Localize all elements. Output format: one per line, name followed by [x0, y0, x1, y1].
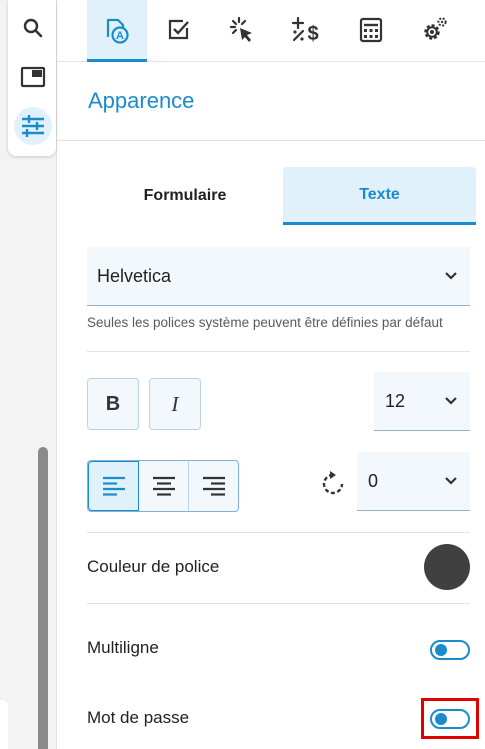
alignment-divider [87, 532, 470, 533]
subtab-text[interactable]: Texte [283, 167, 476, 225]
rail-bottom-edge [0, 700, 8, 749]
svg-text:$: $ [307, 23, 318, 44]
text-alignment-group [87, 460, 239, 512]
subtab-form[interactable]: Formulaire [87, 167, 283, 225]
section-divider [57, 140, 485, 141]
appearance-icon: A [106, 18, 129, 44]
bold-button[interactable]: B [87, 378, 139, 430]
rail-properties-button[interactable] [14, 107, 52, 145]
align-center-icon [152, 476, 175, 496]
search-icon [23, 18, 43, 38]
rail-panel-button[interactable] [14, 58, 52, 96]
app-root: A $ Apparence Formulaire Texte Helvetica… [0, 0, 485, 749]
tab-validation[interactable] [149, 0, 209, 60]
font-color-label: Couleur de police [87, 557, 220, 576]
chevron-down-icon [445, 477, 457, 485]
svg-text:A: A [116, 30, 124, 42]
italic-button[interactable]: I [149, 378, 201, 430]
bold-label: B [105, 392, 121, 415]
tab-appearance[interactable]: A [87, 0, 147, 62]
chevron-down-icon [445, 397, 457, 405]
multiline-label: Multiligne [87, 638, 159, 657]
align-right-button[interactable] [189, 461, 238, 511]
align-center-button[interactable] [139, 461, 189, 511]
password-label: Mot de passe [87, 708, 190, 727]
sliders-icon [22, 115, 44, 137]
align-left-button[interactable] [88, 461, 139, 511]
multiline-toggle[interactable] [430, 640, 470, 660]
rail-scrollbar[interactable] [38, 447, 48, 749]
property-tab-bar: A $ [57, 0, 485, 62]
font-size-value: 12 [385, 390, 406, 411]
rotation-value: 0 [368, 470, 379, 491]
font-family-value: Helvetica [97, 265, 172, 286]
calculator-icon [359, 17, 383, 43]
tab-format[interactable] [341, 0, 401, 60]
rotation-select[interactable]: 0 [357, 452, 470, 511]
font-color-swatch[interactable] [424, 544, 470, 590]
font-size-select[interactable]: 12 [374, 372, 470, 431]
tab-settings[interactable] [404, 0, 464, 60]
calculation-icon: $ [291, 16, 319, 44]
section-title: Apparence [88, 88, 195, 113]
align-right-icon [202, 476, 225, 496]
settings-gear-icon [424, 17, 447, 40]
font-family-select[interactable]: Helvetica [87, 247, 470, 306]
rotate-icon [322, 471, 344, 495]
font-hint-text: Seules les polices système peuvent être … [87, 315, 443, 330]
chevron-down-icon [445, 272, 457, 280]
left-tool-rail [8, 0, 56, 156]
panel-icon [20, 66, 46, 88]
rail-search-button[interactable] [14, 9, 52, 47]
color-divider [87, 603, 470, 604]
password-toggle-highlight [421, 698, 479, 739]
toggle-knob [435, 644, 447, 656]
checkbox-icon [168, 19, 189, 40]
tab-actions[interactable] [212, 0, 272, 60]
tab-calculation[interactable]: $ [276, 0, 336, 60]
font-divider [87, 351, 470, 352]
click-icon [229, 16, 252, 42]
italic-label: I [171, 391, 179, 416]
align-left-icon [102, 476, 125, 496]
